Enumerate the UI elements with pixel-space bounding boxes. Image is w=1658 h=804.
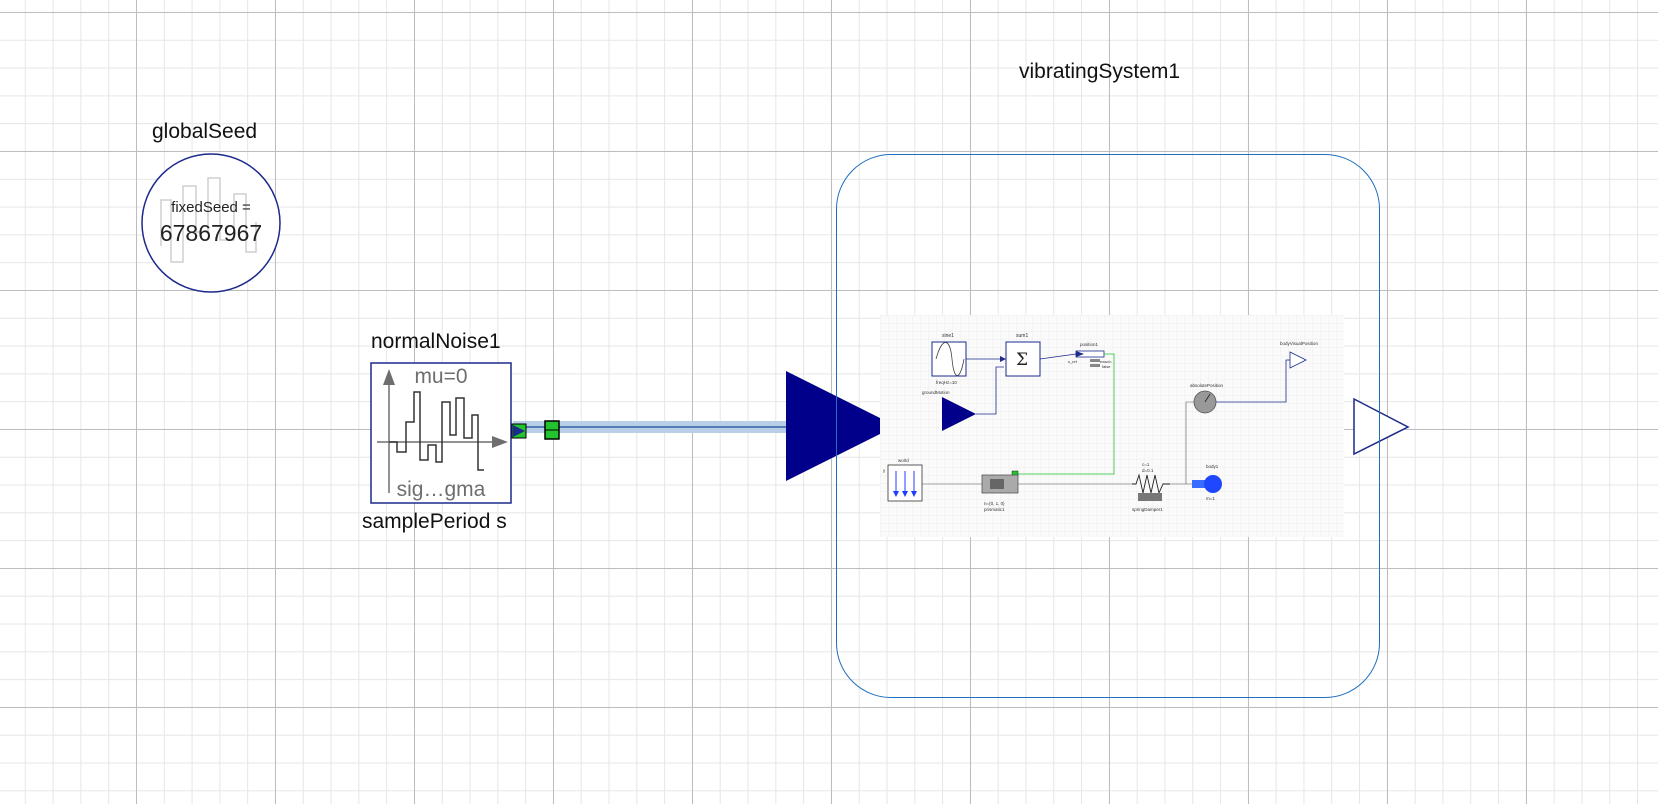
position-port: s_ref bbox=[1068, 359, 1078, 364]
position-title: position1 bbox=[1080, 342, 1099, 347]
sum-title: sum1 bbox=[1016, 333, 1028, 339]
prismatic-param: n={0, 1, 0} bbox=[984, 501, 1005, 506]
body-param: m=1 bbox=[1206, 496, 1215, 501]
sum-symbol: Σ bbox=[1016, 350, 1028, 370]
spring-param1: c=1 bbox=[1142, 462, 1150, 467]
sensor-title: absolutePosition bbox=[1190, 383, 1224, 388]
ground-motion-label: groundMotion bbox=[922, 390, 950, 395]
vibrating-system-title: vibratingSystem1 bbox=[1019, 60, 1181, 83]
global-seed-title: globalSeed bbox=[152, 120, 258, 143]
seed-value: 67867967 bbox=[159, 220, 263, 246]
normal-noise-period: samplePeriod s bbox=[362, 510, 507, 533]
normal-noise-title: normalNoise1 bbox=[371, 330, 501, 353]
normal-noise-mu: mu=0 bbox=[414, 365, 468, 388]
output-title: bodyVisualPosition bbox=[1280, 341, 1318, 346]
sine-title: sine1 bbox=[942, 333, 954, 339]
normal-noise-sigma: sig…gma bbox=[396, 478, 486, 501]
noise-output-port[interactable] bbox=[511, 423, 527, 439]
world-title: world bbox=[898, 458, 909, 463]
sine-param: freqHz=10 bbox=[936, 380, 957, 385]
vibrating-system-inner-diagram: sine1 freqHz=10 groundMotion Σ sum1 posi… bbox=[880, 315, 1344, 537]
position-param2: false bbox=[1102, 364, 1111, 369]
seed-label: fixedSeed = bbox=[171, 199, 251, 216]
spring-param2: d=0.1 bbox=[1142, 468, 1154, 473]
prismatic-title: prismatic1 bbox=[984, 507, 1005, 512]
body-title: body1 bbox=[1206, 464, 1219, 469]
spring-title: springDamper1 bbox=[1132, 507, 1163, 512]
